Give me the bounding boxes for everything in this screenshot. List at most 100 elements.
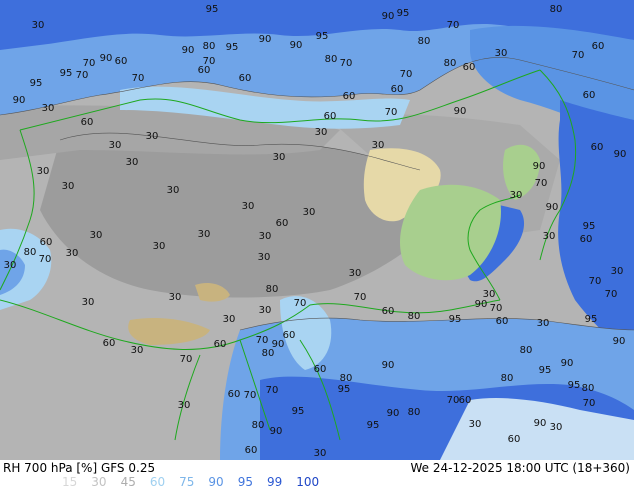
contour-label: 70	[447, 20, 460, 31]
contour-label: 80	[203, 41, 216, 52]
contour-label: 60	[583, 90, 596, 101]
contour-label: 70	[605, 289, 618, 300]
contour-label: 95	[397, 8, 410, 19]
contour-label: 30	[543, 231, 556, 242]
contour-label: 70	[447, 395, 460, 406]
contour-label: 60	[245, 445, 258, 456]
contour-label: 70	[180, 354, 193, 365]
legend-item: 75	[179, 475, 195, 489]
contour-label: 70	[490, 303, 503, 314]
contour-label: 30	[273, 152, 286, 163]
contour-label: 30	[550, 422, 563, 433]
legend-item: 45	[120, 475, 136, 489]
contour-label: 90	[382, 11, 395, 22]
contour-label: 60	[580, 234, 593, 245]
contour-label: 30	[611, 266, 624, 277]
contour-label: 30	[372, 140, 385, 151]
contour-label: 95	[367, 420, 380, 431]
contour-label: 30	[167, 185, 180, 196]
contour-label: 90	[475, 299, 488, 310]
color-legend: 15 30 45 60 75 90 95 99 100	[62, 475, 333, 489]
contour-label: 60	[40, 237, 53, 248]
contour-label: 80	[582, 383, 595, 394]
contour-label: 90	[100, 53, 113, 64]
contour-label: 60	[463, 62, 476, 73]
contour-label: 30	[153, 241, 166, 252]
contour-label: 30	[90, 230, 103, 241]
legend-item: 15	[62, 475, 78, 489]
contour-label: 90	[290, 40, 303, 51]
contour-label: 95	[292, 406, 305, 417]
contour-label: 80	[444, 58, 457, 69]
contour-label: 30	[37, 166, 50, 177]
contour-label: 70	[572, 50, 585, 61]
contour-label: 70	[589, 276, 602, 287]
contour-label: 90	[614, 149, 627, 160]
contour-label: 70	[340, 58, 353, 69]
contour-label: 60	[314, 364, 327, 375]
contour-label: 95	[583, 221, 596, 232]
contour-label: 30	[303, 207, 316, 218]
contour-label: 95	[226, 42, 239, 53]
contour-label: 60	[382, 306, 395, 317]
map-title: RH 700 hPa [%] GFS 0.25	[3, 461, 156, 475]
contour-label: 60	[283, 330, 296, 341]
contour-label: 60	[391, 84, 404, 95]
contour-label: 90	[534, 418, 547, 429]
contour-label: 60	[81, 117, 94, 128]
contour-label: 60	[591, 142, 604, 153]
contour-label: 30	[258, 252, 271, 263]
contour-label: 95	[585, 314, 598, 325]
contour-label: 60	[592, 41, 605, 52]
contour-label: 60	[276, 218, 289, 229]
contour-label: 70	[583, 398, 596, 409]
contour-label: 30	[223, 314, 236, 325]
contour-label: 70	[76, 70, 89, 81]
contour-label: 80	[408, 311, 421, 322]
contour-label: 90	[270, 426, 283, 437]
contour-label: 80	[550, 4, 563, 15]
contour-label: 60	[459, 395, 472, 406]
contour-label: 70	[256, 335, 269, 346]
contour-label: 80	[266, 284, 279, 295]
contour-label: 30	[126, 157, 139, 168]
contour-label: 30	[32, 20, 45, 31]
contour-label: 95	[30, 78, 43, 89]
contour-label: 90	[533, 161, 546, 172]
contour-label: 95	[206, 4, 219, 15]
contour-label: 70	[244, 390, 257, 401]
contour-label: 90	[613, 336, 626, 347]
contour-label: 30	[349, 268, 362, 279]
contour-label: 30	[242, 201, 255, 212]
contour-label: 90	[387, 408, 400, 419]
contour-label: 95	[338, 384, 351, 395]
valid-time: We 24-12-2025 18:00 UTC (18+360)	[410, 461, 630, 475]
contour-label: 90	[182, 45, 195, 56]
contour-label: 30	[178, 400, 191, 411]
contour-label: 95	[316, 31, 329, 42]
contour-label: 70	[39, 254, 52, 265]
contour-label: 90	[382, 360, 395, 371]
contour-label: 60	[496, 316, 509, 327]
contour-label: 30	[259, 305, 272, 316]
contour-label: 80	[252, 420, 265, 431]
contour-label: 80	[325, 54, 338, 65]
contour-label: 60	[343, 91, 356, 102]
legend-item: 95	[237, 475, 253, 489]
contour-label: 60	[228, 389, 241, 400]
legend-item: 100	[296, 475, 320, 489]
contour-label: 70	[400, 69, 413, 80]
contour-label: 80	[24, 247, 37, 258]
contour-label: 30	[131, 345, 144, 356]
contour-label: 80	[408, 407, 421, 418]
contour-label: 90	[561, 358, 574, 369]
contour-label: 30	[315, 127, 328, 138]
contour-label: 70	[132, 73, 145, 84]
contour-label: 70	[385, 107, 398, 118]
contour-label: 70	[266, 385, 279, 396]
contour-label: 30	[42, 103, 55, 114]
contour-label: 30	[66, 248, 79, 259]
legend-item: 60	[149, 475, 166, 489]
contour-label: 90	[13, 95, 26, 106]
contour-label: 30	[510, 190, 523, 201]
